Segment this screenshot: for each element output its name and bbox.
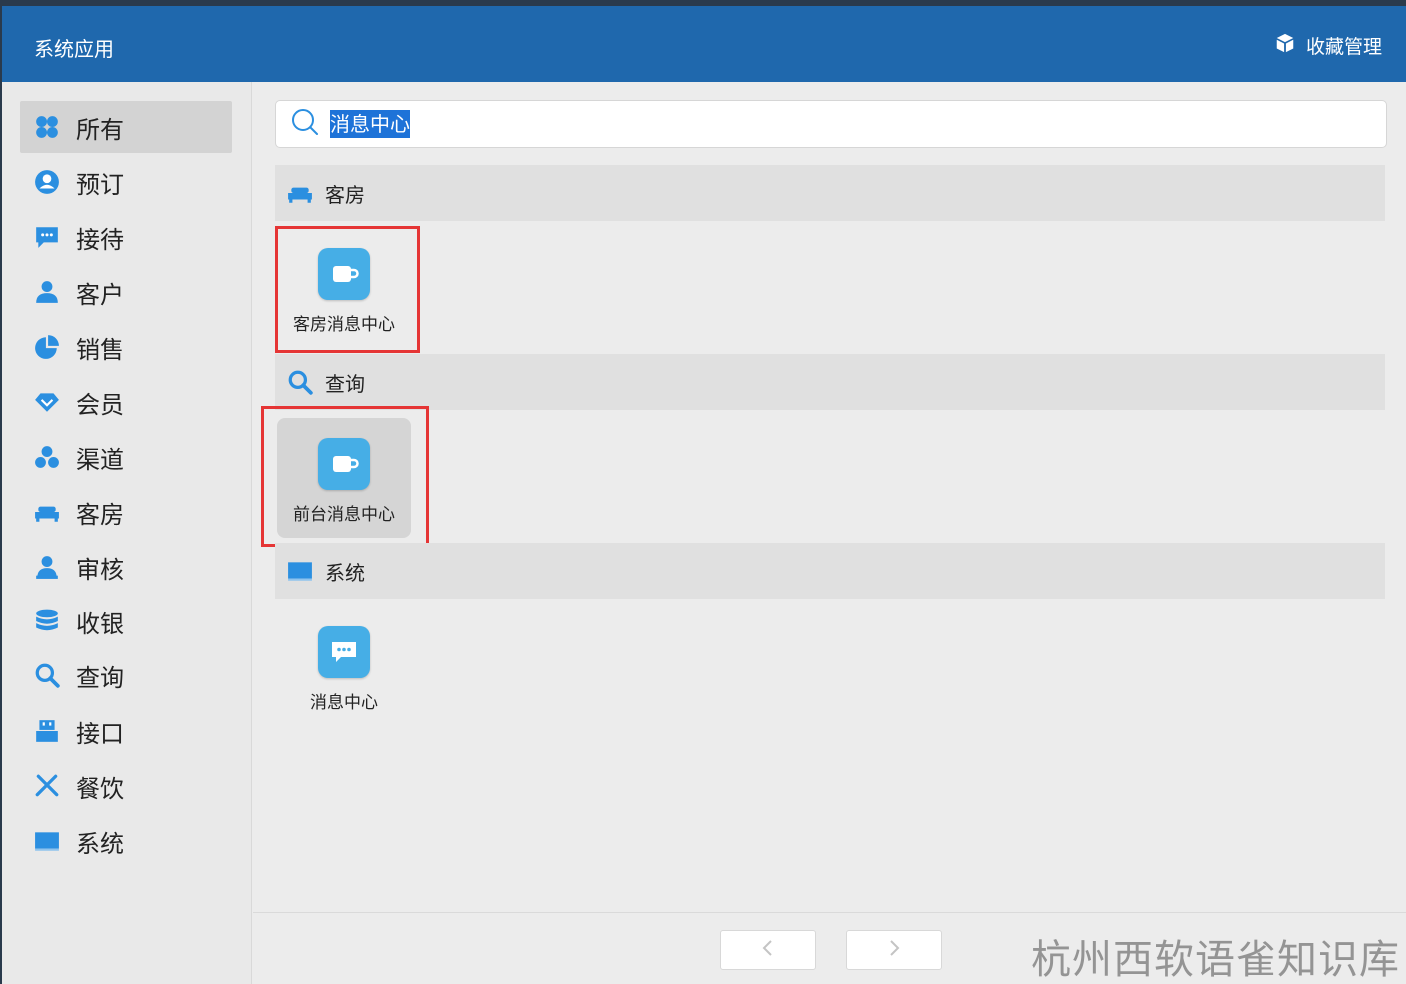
sidebar-item-customer[interactable]: 客户 [20, 266, 232, 318]
auditor-icon [34, 554, 60, 580]
app-tile-message-center[interactable]: 消息中心 [277, 606, 411, 726]
user-circle-icon [34, 169, 60, 195]
chevron-right-icon [885, 939, 903, 961]
sidebar-item-query[interactable]: 查询 [20, 649, 232, 701]
sidebar-item-label: 渠道 [76, 445, 124, 474]
sidebar-item-booking[interactable]: 预订 [20, 156, 232, 208]
group-header-query: 查询 [275, 354, 1385, 410]
sidebar-item-label: 接待 [76, 225, 124, 254]
window-title: 系统应用 [34, 37, 114, 61]
utensils-icon [34, 773, 60, 799]
search-icon [290, 107, 330, 141]
person-icon [34, 279, 60, 305]
bed-icon [34, 499, 60, 525]
app-window: 系统应用 收藏管理 所有 预订 接待 客户 销售 会员 渠道 客房 审核 收银 … [2, 6, 1406, 984]
sidebar-item-label: 查询 [76, 663, 124, 692]
app-tile-label: 客房消息中心 [293, 315, 395, 335]
cluster-icon [34, 444, 60, 470]
sidebar-item-label: 客房 [76, 500, 124, 529]
pie-chart-icon [34, 334, 60, 360]
next-page-button[interactable] [846, 930, 942, 970]
app-tile-label: 消息中心 [310, 693, 378, 713]
database-icon [34, 608, 60, 634]
header-bar: 系统应用 收藏管理 [2, 6, 1406, 82]
sidebar-item-label: 接口 [76, 719, 124, 748]
diamond-icon [34, 389, 60, 415]
prev-page-button[interactable] [720, 930, 816, 970]
group-label: 系统 [325, 560, 365, 585]
sidebar-item-label: 系统 [76, 829, 124, 858]
sidebar-item-system[interactable]: 系统 [20, 815, 232, 867]
coffee-cup-icon [318, 248, 370, 300]
chat-bubble-icon [34, 224, 60, 250]
watermark: 杭州西软语雀知识库 [1031, 937, 1400, 983]
cube-icon [1274, 32, 1296, 59]
sidebar-item-label: 客户 [76, 280, 124, 309]
sidebar-item-label: 餐饮 [76, 774, 124, 803]
sidebar-item-label: 预订 [76, 170, 124, 199]
sidebar-item-reception[interactable]: 接待 [20, 211, 232, 263]
main-content: 消息中心 客房 客房消息中心 查询 前台消息中心 系统 消息中心 [253, 82, 1406, 912]
usb-icon [34, 718, 60, 744]
sidebar-item-label: 所有 [76, 115, 124, 144]
group-label: 查询 [325, 371, 365, 396]
group-label: 客房 [325, 182, 365, 207]
footer-bar: 杭州西软语雀知识库 [253, 912, 1406, 984]
sidebar-item-all[interactable]: 所有 [20, 101, 232, 153]
search-value[interactable]: 消息中心 [330, 110, 410, 138]
coffee-cup-icon [318, 438, 370, 490]
grid-icon [34, 114, 60, 140]
message-icon [318, 626, 370, 678]
sidebar-item-interface[interactable]: 接口 [20, 705, 232, 757]
monitor-icon [287, 558, 313, 584]
sidebar-item-cashier[interactable]: 收银 [20, 595, 232, 647]
sidebar-item-room[interactable]: 客房 [20, 486, 232, 538]
chevron-left-icon [759, 939, 777, 961]
app-tile-room-message-center[interactable]: 客房消息中心 [277, 228, 411, 348]
favorites-manage-button[interactable]: 收藏管理 [1274, 32, 1382, 59]
sidebar-item-label: 销售 [76, 335, 124, 364]
sidebar: 所有 预订 接待 客户 销售 会员 渠道 客房 审核 收银 查询 接口 餐饮 系… [2, 82, 252, 984]
magnifier-icon [287, 369, 313, 395]
app-tile-frontdesk-message-center[interactable]: 前台消息中心 [277, 418, 411, 538]
sidebar-item-label: 会员 [76, 390, 124, 419]
search-input[interactable]: 消息中心 [275, 100, 1387, 148]
bed-icon [287, 180, 313, 206]
sidebar-item-label: 审核 [76, 555, 124, 584]
sidebar-item-label: 收银 [76, 609, 124, 638]
group-header-room: 客房 [275, 165, 1385, 221]
magnifier-icon [34, 662, 60, 688]
sidebar-item-member[interactable]: 会员 [20, 376, 232, 428]
sidebar-item-catering[interactable]: 餐饮 [20, 760, 232, 812]
sidebar-item-audit[interactable]: 审核 [20, 541, 232, 593]
favorites-manage-label: 收藏管理 [1305, 36, 1382, 58]
sidebar-item-sales[interactable]: 销售 [20, 321, 232, 373]
app-tile-label: 前台消息中心 [293, 505, 395, 525]
group-header-system: 系统 [275, 543, 1385, 599]
sidebar-item-channel[interactable]: 渠道 [20, 431, 232, 483]
monitor-icon [34, 828, 60, 854]
